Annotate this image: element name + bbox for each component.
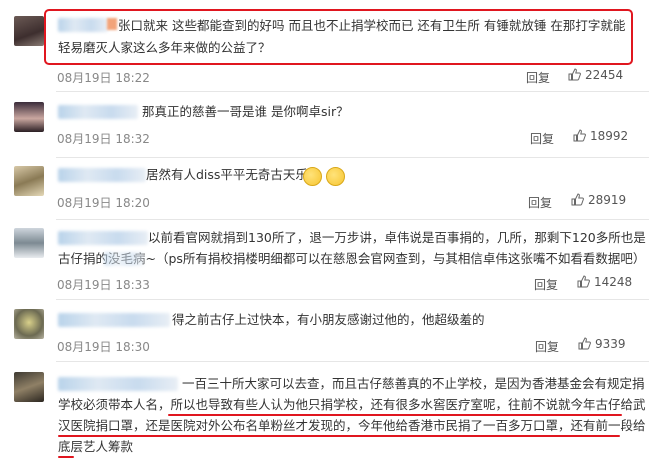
reply-button[interactable]: 回复: [535, 338, 559, 355]
red-underline: [168, 414, 622, 416]
like-button[interactable]: 18992: [573, 129, 628, 145]
comment-2: 那真正的慈善一哥是谁 是你啊卓sir？ 08月19日 18:32 回复 1899…: [0, 92, 655, 158]
comment-6: 一百三十所大家可以去查，而且古仔慈善真的不止学校，是因为香港基金会有规定捐 学校…: [0, 362, 655, 461]
reply-button[interactable]: 回复: [526, 69, 550, 86]
red-underline: [58, 456, 74, 458]
username[interactable]: [58, 168, 146, 182]
comment-1: 张口就来 这些都能查到的好吗 而且也不止捐学校而已 还有卫生所 有锤就放锤 在那…: [0, 0, 655, 92]
avatar[interactable]: [14, 16, 44, 46]
thumbs-up-icon: [573, 129, 586, 145]
comment-text-line: 那真正的慈善一哥是谁 是你啊卓sir？: [142, 104, 349, 119]
comment-4: 以前看官网就捐到130所了，退一万步讲，卓伟说是百事捐的，几所，那剩下120多所…: [0, 220, 655, 300]
thumbs-up-icon: [578, 337, 591, 353]
like-button[interactable]: 22454: [568, 68, 623, 84]
username[interactable]: [58, 105, 138, 119]
comment-text-line: 一百三十所大家可以去查，而且古仔慈善真的不止学校，是因为香港基金会有规定捐: [182, 376, 645, 391]
avatar[interactable]: [14, 166, 44, 196]
like-button[interactable]: 9339: [578, 337, 626, 353]
username[interactable]: [58, 377, 178, 391]
comment-text-line: 汉医院捐口罩，还是医院对外公布名单粉丝才发现的，今年他给香港市民捐了一百多万口罩…: [58, 418, 646, 433]
comment-text-line: 居然有人diss平平无奇古天乐: [146, 167, 308, 182]
timestamp: 08月19日 18:20: [57, 196, 150, 210]
username[interactable]: [58, 18, 108, 32]
like-count: 22454: [585, 68, 624, 82]
laughing-emoji-icon: [326, 167, 345, 186]
like-button[interactable]: 14248: [577, 275, 632, 291]
avatar[interactable]: [14, 102, 44, 132]
thumbs-up-icon: [577, 275, 590, 291]
like-button[interactable]: 28919: [571, 193, 626, 209]
timestamp: 08月19日 18:32: [57, 132, 150, 146]
comment-text-line: 以前看官网就捐到130所了，退一万步讲，卓伟说是百事捐的，几所，那剩下120多所…: [148, 230, 646, 245]
like-count: 14248: [594, 275, 633, 289]
comment-text-line: 底层艺人筹款: [58, 439, 134, 454]
comment-text-line: 古仔捐的没毛病~（ps所有捐校捐楼明细都可以在慈恩会官网查到，与其相信卓伟这张嘴…: [58, 251, 646, 266]
laughing-emoji-icon: [303, 167, 322, 186]
username[interactable]: [58, 313, 170, 327]
reply-button[interactable]: 回复: [530, 130, 554, 147]
like-count: 9339: [595, 337, 626, 351]
comment-5: 得之前古仔上过快本，有小朋友感谢过他的，他超级羞的 08月19日 18:30 回…: [0, 300, 655, 362]
comment-text-line: 学校必须带本人名，所以也导致有些人认为他只捐学校，还有很多水窖医疗室呢，往前不说…: [58, 397, 646, 412]
like-count: 18992: [590, 129, 629, 143]
avatar[interactable]: [14, 309, 44, 339]
reply-button[interactable]: 回复: [528, 194, 552, 211]
timestamp: 08月19日 18:22: [57, 71, 150, 85]
avatar[interactable]: [14, 372, 44, 402]
like-count: 28919: [588, 193, 627, 207]
blurred-text: [104, 252, 144, 266]
comment-3: 居然有人diss平平无奇古天乐 08月19日 18:20 回复 28919: [0, 158, 655, 220]
comment-text-line: 张口就来 这些都能查到的好吗 而且也不止捐学校而已 还有卫生所 有锤就放锤 在那…: [118, 18, 626, 33]
avatar[interactable]: [14, 228, 44, 258]
timestamp: 08月19日 18:33: [57, 278, 150, 292]
user-badge: [107, 18, 117, 30]
thumbs-up-icon: [571, 193, 584, 209]
comment-text-line: 得之前古仔上过快本，有小朋友感谢过他的，他超级羞的: [172, 312, 485, 327]
thumbs-up-icon: [568, 68, 581, 84]
comment-text-line: 轻易磨灭人家这么多年来做的公益了？: [58, 40, 271, 55]
timestamp: 08月19日 18:30: [57, 340, 150, 354]
reply-button[interactable]: 回复: [534, 276, 558, 293]
red-underline: [58, 435, 620, 437]
username[interactable]: [58, 231, 148, 245]
